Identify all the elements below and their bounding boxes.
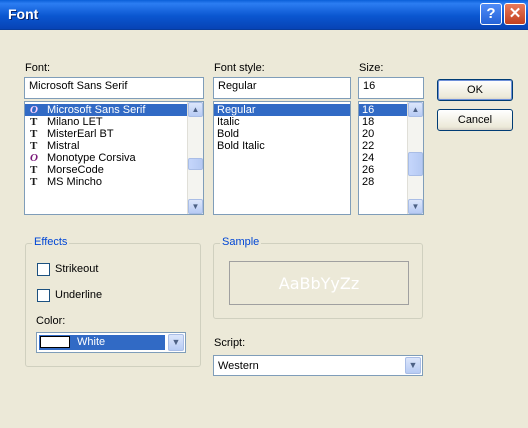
font-list-item[interactable]: T MisterEarl BT bbox=[25, 128, 203, 140]
font-list-item[interactable]: T MorseCode bbox=[25, 164, 203, 176]
strikeout-label: Strikeout bbox=[55, 263, 99, 275]
size-item[interactable]: 22 bbox=[359, 140, 407, 152]
font-style-listbox[interactable]: Regular Italic Bold Bold Italic bbox=[213, 101, 351, 215]
scroll-down-icon[interactable]: ▼ bbox=[188, 199, 203, 214]
ok-button[interactable]: OK bbox=[437, 79, 513, 101]
font-item-label: Monotype Corsiva bbox=[47, 152, 136, 164]
font-name-input[interactable]: Microsoft Sans Serif bbox=[24, 77, 204, 99]
help-button[interactable]: ? bbox=[480, 3, 502, 25]
font-list-item[interactable]: T Milano LET bbox=[25, 116, 203, 128]
sample-preview: AaBbYyZz bbox=[229, 261, 409, 305]
underline-label: Underline bbox=[55, 289, 103, 301]
font-item-label: MisterEarl BT bbox=[47, 128, 114, 140]
dialog-title: Font bbox=[8, 6, 39, 22]
font-label: Font: bbox=[25, 62, 51, 74]
opentype-icon: O bbox=[30, 152, 38, 164]
font-item-label: MS Mincho bbox=[47, 176, 103, 188]
size-input[interactable]: 16 bbox=[358, 77, 424, 99]
truetype-icon: T bbox=[30, 164, 38, 176]
color-value: White bbox=[77, 336, 106, 348]
chevron-down-icon[interactable]: ▼ bbox=[168, 334, 184, 351]
font-list-item[interactable]: T Mistral bbox=[25, 140, 203, 152]
opentype-icon: O bbox=[30, 104, 38, 116]
cancel-button[interactable]: Cancel bbox=[437, 109, 513, 131]
truetype-icon: T bbox=[30, 128, 38, 140]
title-bar[interactable]: Font ? ✕ bbox=[0, 0, 528, 30]
strikeout-checkbox[interactable] bbox=[37, 263, 50, 276]
size-label: Size: bbox=[359, 62, 384, 74]
close-icon: ✕ bbox=[508, 5, 522, 22]
script-value: Western bbox=[218, 360, 259, 372]
color-select[interactable]: White ▼ bbox=[36, 332, 186, 353]
truetype-icon: T bbox=[30, 140, 38, 152]
truetype-icon: T bbox=[30, 176, 38, 188]
size-item[interactable]: 16 bbox=[359, 104, 407, 116]
size-item[interactable]: 24 bbox=[359, 152, 407, 164]
font-style-item[interactable]: Italic bbox=[214, 116, 350, 128]
font-item-label: Milano LET bbox=[47, 116, 103, 128]
font-item-label: MorseCode bbox=[47, 164, 104, 176]
white-color-swatch bbox=[40, 336, 70, 348]
font-list-scrollbar[interactable]: ▲ ▼ bbox=[187, 102, 203, 214]
font-style-item[interactable]: Bold bbox=[214, 128, 350, 140]
script-select[interactable]: Western ▼ bbox=[213, 355, 423, 376]
font-style-input[interactable]: Regular bbox=[213, 77, 351, 99]
chevron-down-icon[interactable]: ▼ bbox=[405, 357, 421, 374]
font-style-item[interactable]: Regular bbox=[214, 104, 350, 116]
font-list-item[interactable]: O Monotype Corsiva bbox=[25, 152, 203, 164]
effects-title: Effects bbox=[32, 236, 70, 248]
font-style-item[interactable]: Bold Italic bbox=[214, 140, 350, 152]
font-dialog: Font ? ✕ Font: Microsoft Sans Serif O Mic… bbox=[0, 0, 528, 428]
font-listbox[interactable]: O Microsoft Sans Serif T Milano LET T MisterE… bbox=[24, 101, 204, 215]
font-list-item[interactable]: T MS Mincho bbox=[25, 176, 203, 188]
script-label: Script: bbox=[214, 337, 246, 349]
truetype-icon: T bbox=[30, 116, 38, 128]
size-listbox[interactable]: 16 18 20 22 24 26 28 ▲ ▼ bbox=[358, 101, 424, 215]
sample-title: Sample bbox=[220, 236, 262, 248]
size-item[interactable]: 28 bbox=[359, 176, 407, 188]
font-item-label: Microsoft Sans Serif bbox=[47, 104, 146, 116]
help-icon: ? bbox=[486, 5, 496, 22]
sample-text: AaBbYyZz bbox=[278, 274, 360, 293]
scroll-thumb[interactable] bbox=[188, 158, 203, 170]
close-button[interactable]: ✕ bbox=[504, 3, 526, 25]
color-label: Color: bbox=[36, 315, 66, 327]
size-item[interactable]: 26 bbox=[359, 164, 407, 176]
font-list-item[interactable]: O Microsoft Sans Serif bbox=[25, 104, 203, 116]
size-item[interactable]: 18 bbox=[359, 116, 407, 128]
scroll-up-icon[interactable]: ▲ bbox=[408, 102, 423, 117]
scroll-down-icon[interactable]: ▼ bbox=[408, 199, 423, 214]
font-style-label: Font style: bbox=[214, 62, 265, 74]
size-list-scrollbar[interactable]: ▲ ▼ bbox=[407, 102, 423, 214]
scroll-up-icon[interactable]: ▲ bbox=[188, 102, 203, 117]
font-item-label: Mistral bbox=[47, 140, 80, 152]
underline-checkbox[interactable] bbox=[37, 289, 50, 302]
scroll-thumb[interactable] bbox=[408, 152, 423, 176]
size-item[interactable]: 20 bbox=[359, 128, 407, 140]
